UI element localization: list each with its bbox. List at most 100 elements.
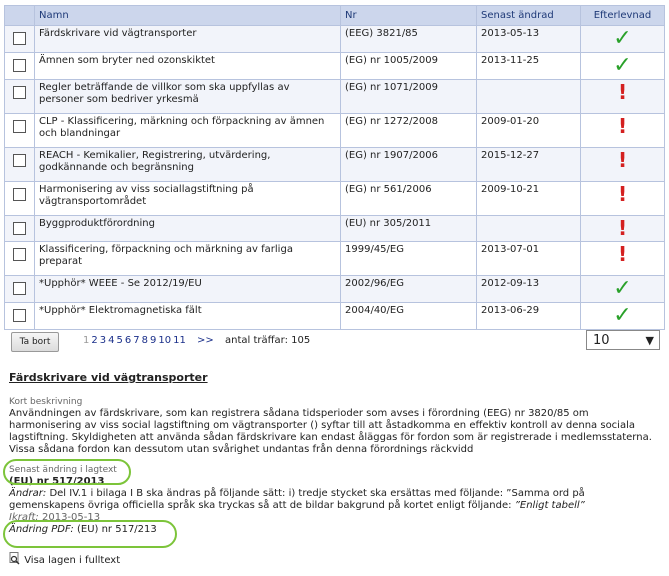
magnifier-document-icon [9, 552, 20, 565]
row-name[interactable]: REACH - Kemikalier, Registrering, utvärd… [34, 147, 341, 182]
header-changed[interactable]: Senast ändrad [476, 5, 581, 26]
page-link[interactable]: 7 [133, 335, 139, 346]
row-changed: 2009-01-20 [476, 113, 581, 148]
header-comply[interactable]: Efterlevnad [580, 5, 665, 26]
row-status: ✓ [580, 25, 665, 53]
row-nr: (EG) nr 561/2006 [340, 181, 477, 216]
row-nr: 2002/96/EG [340, 275, 477, 303]
row-nr: (EEG) 3821/85 [340, 25, 477, 53]
row-status: ! [580, 215, 665, 242]
row-checkbox[interactable] [13, 120, 26, 133]
exclamation-icon: ! [617, 114, 628, 138]
table-row[interactable]: *Upphör* WEEE - Se 2012/19/EU 2002/96/EG 2… [4, 275, 665, 303]
check-icon: ✓ [613, 26, 632, 51]
short-desc-text: Användningen av färdskrivare, som kan re… [9, 408, 652, 455]
row-nr: (EG) nr 1907/2006 [340, 147, 477, 182]
row-name[interactable]: *Upphör* Elektromagnetiska fält [34, 302, 341, 330]
page-link[interactable]: 9 [150, 335, 156, 346]
row-changed: 2013-07-01 [476, 241, 581, 276]
law-detail: Färdskrivare vid vägtransporter Kort bes… [9, 372, 659, 536]
header-nr[interactable]: Nr [340, 5, 477, 26]
pager: Ta bort 1 2 3 4 5 6 7 8 9 10 11 >> antal träffar: … [11, 330, 661, 352]
table-row[interactable]: CLP - Klassificering, märkning och förpa… [4, 113, 665, 148]
row-status: ! [580, 147, 665, 182]
row-name[interactable]: Klassificering, förpackning och märkning… [34, 241, 341, 276]
row-name[interactable]: *Upphör* WEEE - Se 2012/19/EU [34, 275, 341, 303]
row-changed: 2009-10-21 [476, 181, 581, 216]
fulltext-link[interactable]: Visa lagen i fulltext [9, 552, 120, 566]
row-checkbox[interactable] [13, 32, 26, 45]
table-row[interactable]: Byggproduktförordning (EU) nr 305/2011! [4, 215, 665, 242]
row-checkbox[interactable] [13, 188, 26, 201]
check-icon: ✓ [613, 303, 632, 328]
table-row[interactable]: Färdskrivare vid vägtransporter (EEG) 382… [4, 25, 665, 53]
check-icon: ✓ [613, 53, 632, 78]
page-link[interactable]: 8 [142, 335, 148, 346]
row-name[interactable]: Färdskrivare vid vägtransporter [34, 25, 341, 53]
change-label: Ändrar: [9, 488, 47, 499]
row-nr: (EG) nr 1071/2009 [340, 79, 477, 114]
row-name[interactable]: CLP - Klassificering, märkning och förpa… [34, 113, 341, 148]
row-status: ! [580, 241, 665, 276]
row-changed: 2013-06-29 [476, 302, 581, 330]
exclamation-icon: ! [617, 80, 628, 104]
row-checkbox-cell [4, 302, 35, 330]
page-link[interactable]: 11 [173, 335, 186, 346]
page-link[interactable]: 4 [108, 335, 114, 346]
row-name[interactable]: Byggproduktförordning [34, 215, 341, 242]
table-row[interactable]: *Upphör* Elektromagnetiska fält 2004/40/E… [4, 302, 665, 330]
row-nr: 2004/40/EG [340, 302, 477, 330]
row-changed: 2012-09-13 [476, 275, 581, 303]
table-row[interactable]: Regler beträffande de villkor som ska up… [4, 79, 665, 114]
next-pages-link[interactable]: >> [197, 335, 214, 346]
table-row[interactable]: REACH - Kemikalier, Registrering, utvärd… [4, 147, 665, 182]
row-name[interactable]: Ämnen som bryter ned ozonskiktet [34, 52, 341, 80]
detail-title[interactable]: Färdskrivare vid vägtransporter [9, 372, 659, 384]
per-page-select[interactable]: 10 ▼ [586, 330, 660, 350]
row-nr: 1999/45/EG [340, 241, 477, 276]
row-checkbox-cell [4, 79, 35, 114]
short-desc-label: Kort beskrivning [9, 397, 83, 407]
change-text: Ändrar: Del IV.1 i bilaga I B ska ändras… [9, 488, 659, 512]
row-name[interactable]: Harmonisering av viss sociallagstiftning… [34, 181, 341, 216]
header-name[interactable]: Namn [34, 5, 341, 26]
row-nr: (EG) nr 1005/2009 [340, 52, 477, 80]
row-checkbox[interactable] [13, 309, 26, 322]
table-row[interactable]: Ämnen som bryter ned ozonskiktet (EG) nr … [4, 52, 665, 80]
exclamation-icon: ! [617, 182, 628, 206]
row-checkbox-cell [4, 275, 35, 303]
row-changed: 2013-05-13 [476, 25, 581, 53]
page-link[interactable]: 6 [125, 335, 131, 346]
table-header: Namn Nr Senast ändrad Efterlevnad [4, 5, 665, 26]
table-row[interactable]: Klassificering, förpackning och märkning… [4, 241, 665, 276]
row-status: ✓ [580, 302, 665, 330]
row-checkbox[interactable] [13, 86, 26, 99]
row-checkbox[interactable] [13, 59, 26, 72]
page-link[interactable]: 1 [83, 335, 89, 346]
page-link[interactable]: 3 [100, 335, 106, 346]
change-body: Del IV.1 i bilaga I B ska ändras på följ… [9, 488, 585, 511]
row-nr: (EU) nr 305/2011 [340, 215, 477, 242]
page-link[interactable]: 2 [91, 335, 97, 346]
row-checkbox[interactable] [13, 248, 26, 261]
row-name[interactable]: Regler beträffande de villkor som ska up… [34, 79, 341, 114]
table-row[interactable]: Harmonisering av viss sociallagstiftning… [4, 181, 665, 216]
chevron-down-icon: ▼ [645, 334, 654, 347]
row-checkbox-cell [4, 25, 35, 53]
row-changed [476, 79, 581, 114]
row-checkbox-cell [4, 113, 35, 148]
laws-table: Namn Nr Senast ändrad Efterlevnad Färdsk… [4, 5, 665, 330]
row-checkbox[interactable] [13, 282, 26, 295]
change-quote: ”Enligt tabell” [514, 500, 585, 511]
row-status: ✓ [580, 52, 665, 80]
hit-count: antal träffar: 105 [224, 335, 311, 346]
exclamation-icon: ! [617, 216, 628, 240]
delete-button[interactable]: Ta bort [11, 332, 59, 352]
page-link[interactable]: 10 [158, 335, 171, 346]
highlight-latest-change [3, 459, 131, 485]
row-checkbox[interactable] [13, 222, 26, 235]
page-link[interactable]: 5 [117, 335, 123, 346]
row-changed [476, 215, 581, 242]
row-checkbox-cell [4, 52, 35, 80]
row-checkbox[interactable] [13, 154, 26, 167]
